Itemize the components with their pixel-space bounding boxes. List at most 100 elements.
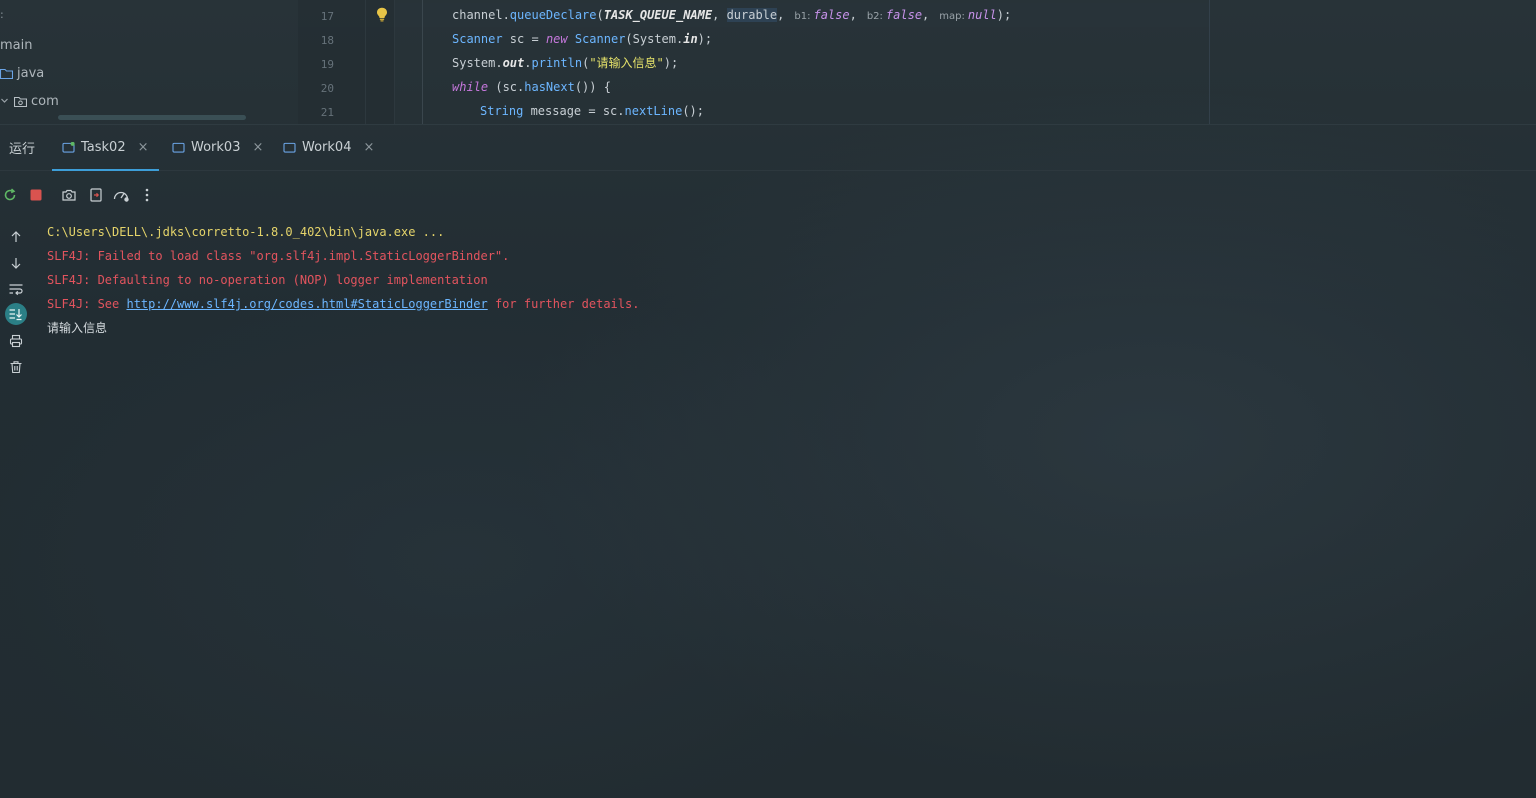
tree-item-label: com xyxy=(31,93,59,109)
parameter-hint: b2: xyxy=(866,11,883,22)
code-token: out xyxy=(502,56,525,70)
line-number: 20 xyxy=(320,82,334,95)
arrow-up-icon xyxy=(11,231,21,242)
code-token: , xyxy=(849,8,857,22)
dump-threads-button[interactable] xyxy=(60,186,78,204)
code-line-21[interactable]: String message = sc.nextLine(); xyxy=(480,99,704,123)
tree-item-label: main xyxy=(0,37,33,53)
rerun-button[interactable] xyxy=(1,186,19,204)
scroll-up-button[interactable] xyxy=(5,226,27,248)
console-error-line: SLF4J: Failed to load class "org.slf4j.i… xyxy=(47,249,510,263)
code-token: String xyxy=(480,104,524,118)
console-output[interactable]: C:\Users\DELL\.jdks\corretto-1.8.0_402\b… xyxy=(47,220,1527,790)
tree-horizontal-scrollbar[interactable] xyxy=(58,115,246,120)
lightbulb-icon[interactable] xyxy=(376,7,388,26)
rerun-icon xyxy=(4,188,16,201)
run-config-icon xyxy=(62,141,75,153)
soft-wrap-button[interactable] xyxy=(5,278,27,300)
run-toolbar xyxy=(0,182,170,208)
parameter-hint: map: xyxy=(939,11,965,22)
code-line-20[interactable]: while (sc.hasNext()) { xyxy=(452,75,611,99)
code-token: (System. xyxy=(625,32,684,46)
code-token: hasNext xyxy=(524,80,575,94)
code-token: null xyxy=(967,8,997,22)
tab-work04[interactable]: Work04 × xyxy=(283,124,374,170)
code-token: ( xyxy=(596,8,604,22)
code-token: println xyxy=(531,56,583,70)
line-number: 19 xyxy=(320,58,334,71)
scroll-to-end-toggle[interactable] xyxy=(5,303,27,325)
code-token: sc = xyxy=(502,32,546,46)
code-token: ()) { xyxy=(574,80,611,94)
camera-icon xyxy=(62,189,76,201)
code-line-17[interactable]: channel.queueDeclare(TASK_QUEUE_NAME, du… xyxy=(452,3,1011,27)
console-error-line: SLF4J: Defaulting to no-operation (NOP) … xyxy=(47,273,488,287)
clear-console-button[interactable] xyxy=(5,356,27,378)
exit-icon xyxy=(90,188,102,202)
editor-area: : main java com 17 18 19 20 21 channel.q… xyxy=(0,0,1536,125)
code-token: "请输入信息" xyxy=(589,56,664,70)
tree-item-label: java xyxy=(17,65,45,81)
console-command-line: C:\Users\DELL\.jdks\corretto-1.8.0_402\b… xyxy=(47,225,445,239)
scroll-to-end-icon xyxy=(9,309,22,321)
line-number: 17 xyxy=(320,10,334,23)
print-button[interactable] xyxy=(5,330,27,352)
code-token: channel. xyxy=(452,8,510,22)
code-line-19[interactable]: System.out.println("请输入信息"); xyxy=(452,51,678,75)
code-token: ); xyxy=(697,32,713,46)
console-text: SLF4J: See xyxy=(47,297,127,311)
close-icon[interactable]: × xyxy=(252,140,263,155)
code-token: ); xyxy=(663,56,679,70)
close-icon[interactable]: × xyxy=(363,140,374,155)
tree-edge-glyph: : xyxy=(0,8,4,21)
package-folder-icon xyxy=(14,96,27,107)
run-panel-title: 运行 xyxy=(9,142,36,157)
code-token: false xyxy=(885,8,923,22)
printer-icon xyxy=(9,334,23,348)
exit-button[interactable] xyxy=(87,186,105,204)
stop-button[interactable] xyxy=(27,186,45,204)
code-token-highlighted: durable xyxy=(726,8,778,22)
arrow-down-icon xyxy=(11,258,21,269)
console-error-line: SLF4J: See http://www.slf4j.org/codes.ht… xyxy=(47,292,639,316)
code-token: System. xyxy=(452,56,503,70)
indent-guide xyxy=(422,0,423,124)
code-line-18[interactable]: Scanner sc = new Scanner(System.in); xyxy=(452,27,712,51)
run-config-icon xyxy=(172,142,185,153)
more-vertical-icon xyxy=(145,188,149,202)
console-side-toolbar xyxy=(0,222,34,392)
code-token: (); xyxy=(682,104,704,118)
tab-label: Work04 xyxy=(302,139,352,155)
tab-label: Work03 xyxy=(191,139,241,155)
speedometer-icon xyxy=(113,191,129,202)
code-token: in xyxy=(683,32,698,46)
code-token: TASK_QUEUE_NAME xyxy=(603,8,713,22)
wrap-icon xyxy=(9,284,23,296)
profiler-button[interactable] xyxy=(112,186,130,204)
code-token: . xyxy=(524,56,532,70)
line-number: 21 xyxy=(320,106,334,119)
project-tree: : main java com xyxy=(0,0,298,124)
code-token: nextLine xyxy=(624,104,683,118)
scroll-down-button[interactable] xyxy=(5,252,27,274)
tree-item-main[interactable]: main xyxy=(0,35,32,55)
ide-window: : main java com 17 18 19 20 21 channel.q… xyxy=(0,0,1536,798)
more-options-button[interactable] xyxy=(138,186,156,204)
close-icon[interactable]: × xyxy=(138,140,149,155)
trash-icon xyxy=(10,361,22,374)
tab-task02[interactable]: Task02 × xyxy=(52,124,159,171)
chevron-down-icon[interactable] xyxy=(0,95,10,108)
stop-icon xyxy=(30,189,42,201)
code-token: new xyxy=(545,32,568,46)
slf4j-docs-link[interactable]: http://www.slf4j.org/codes.html#StaticLo… xyxy=(126,297,487,311)
tab-work03[interactable]: Work03 × xyxy=(172,124,263,170)
code-token: , xyxy=(712,8,727,22)
gutter-separator xyxy=(365,0,366,124)
tree-item-java[interactable]: java xyxy=(0,63,44,83)
code-token: ); xyxy=(996,8,1012,22)
code-token: Scanner xyxy=(567,32,626,46)
tree-item-com[interactable]: com xyxy=(0,91,59,111)
code-token: Scanner xyxy=(452,32,503,46)
console-program-output: 请输入信息 xyxy=(47,321,108,335)
code-token: (sc. xyxy=(488,80,525,94)
